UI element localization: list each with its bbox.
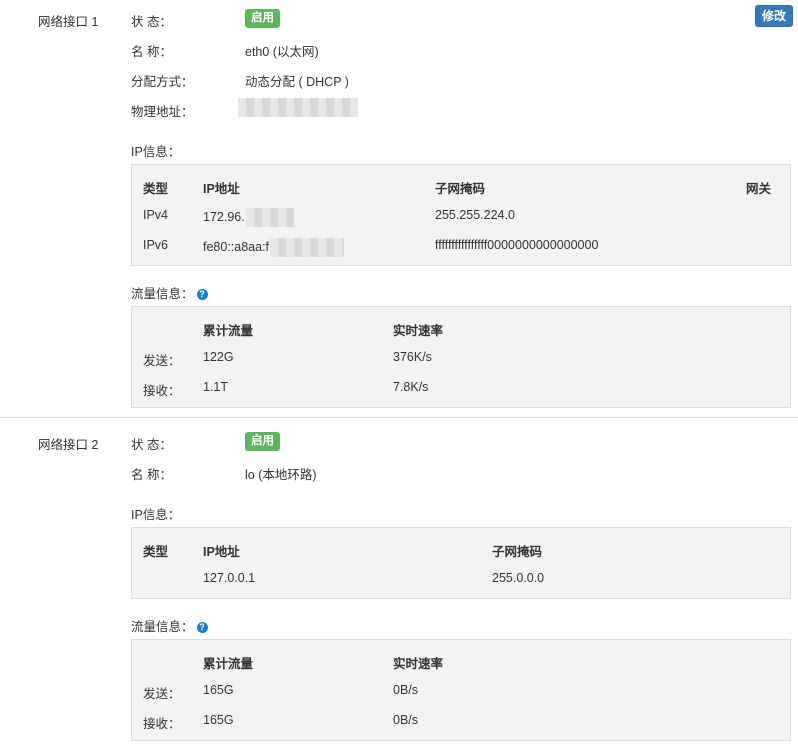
mac-label: 物理地址： <box>131 105 194 119</box>
traffic-row-total: 1.1T <box>203 380 229 394</box>
ip-header-netmask: 子网掩码 <box>492 545 543 559</box>
traffic-row-rate: 0B/s <box>393 713 419 727</box>
alloc-value: 动态分配 ( DHCP ) <box>245 75 349 89</box>
traffic-row-total: 165G <box>203 713 234 727</box>
help-circle-icon[interactable]: ? <box>196 289 208 300</box>
status-label: 状 态： <box>131 438 172 452</box>
alloc-label: 分配方式： <box>131 75 194 89</box>
traffic-row-label: 发送： <box>143 354 181 368</box>
traffic-header-total: 累计流量 <box>203 324 254 338</box>
traffic-row-label: 接收： <box>143 717 181 731</box>
traffic-row-rate: 7.8K/s <box>393 380 429 394</box>
traffic-row-total: 122G <box>203 350 234 364</box>
traffic-header-rate: 实时速率 <box>393 657 444 671</box>
mac-value-redacted <box>238 98 358 117</box>
traffic-row-total: 165G <box>203 683 234 697</box>
interface-title: 网络接口 2 <box>38 438 99 452</box>
ip-row-address: 172.96. <box>203 208 294 227</box>
traffic-row-label: 发送： <box>143 687 181 701</box>
name-value: lo (本地环路) <box>245 468 317 482</box>
ip-info-label: IP信息： <box>131 508 181 522</box>
interface-section-2: 网络接口 2 状 态： 启用 名 称： lo (本地环路) IP信息： 类型 I… <box>0 418 798 747</box>
interface-title: 网络接口 1 <box>38 15 99 29</box>
traffic-header-total: 累计流量 <box>203 657 254 671</box>
status-badge: 启用 <box>245 9 280 28</box>
ip-row-type: IPv6 <box>143 238 169 252</box>
name-label: 名 称： <box>131 468 172 482</box>
name-value: eth0 (以太网) <box>245 45 319 59</box>
ip-row-type: IPv4 <box>143 208 169 222</box>
ip-header-type: 类型 <box>143 182 169 196</box>
traffic-info-label: 流量信息：? <box>131 616 208 635</box>
ip-row-netmask: 255.255.224.0 <box>435 208 515 222</box>
status-badge: 启用 <box>245 432 280 451</box>
status-label: 状 态： <box>131 15 172 29</box>
ip-table: 类型 IP地址 子网掩码 127.0.0.1 255.0.0.0 <box>131 527 791 599</box>
traffic-table: 累计流量 实时速率 发送： 122G 376K/s 接收： 1.1T 7.8K/… <box>131 306 791 408</box>
help-circle-icon[interactable]: ? <box>196 622 208 633</box>
ip-header-netmask: 子网掩码 <box>435 182 486 196</box>
ip-table: 类型 IP地址 子网掩码 网关 IPv4 172.96. 255.255.224… <box>131 164 791 266</box>
traffic-row-label: 接收： <box>143 384 181 398</box>
traffic-info-label: 流量信息：? <box>131 283 208 302</box>
ip-row-netmask: ffffffffffffffff0000000000000000 <box>435 238 599 252</box>
traffic-table: 累计流量 实时速率 发送： 165G 0B/s 接收： 165G 0B/s <box>131 639 791 741</box>
traffic-header-rate: 实时速率 <box>393 324 444 338</box>
ip-row-address: 127.0.0.1 <box>203 571 256 585</box>
ip-info-label: IP信息： <box>131 145 181 159</box>
ip-header-address: IP地址 <box>203 545 240 559</box>
edit-button[interactable]: 修改 <box>755 5 793 27</box>
ip-header-address: IP地址 <box>203 182 240 196</box>
name-label: 名 称： <box>131 45 172 59</box>
ip-row-netmask: 255.0.0.0 <box>492 571 545 585</box>
ip-row-address: fe80::a8aa:f <box>203 238 345 257</box>
traffic-row-rate: 376K/s <box>393 350 432 364</box>
interface-section-1: 网络接口 1 修改 状 态： 启用 名 称： eth0 (以太网) 分配方式： … <box>0 0 798 417</box>
traffic-row-rate: 0B/s <box>393 683 419 697</box>
ip-header-gateway: 网关 <box>746 182 772 196</box>
ip-header-type: 类型 <box>143 545 169 559</box>
